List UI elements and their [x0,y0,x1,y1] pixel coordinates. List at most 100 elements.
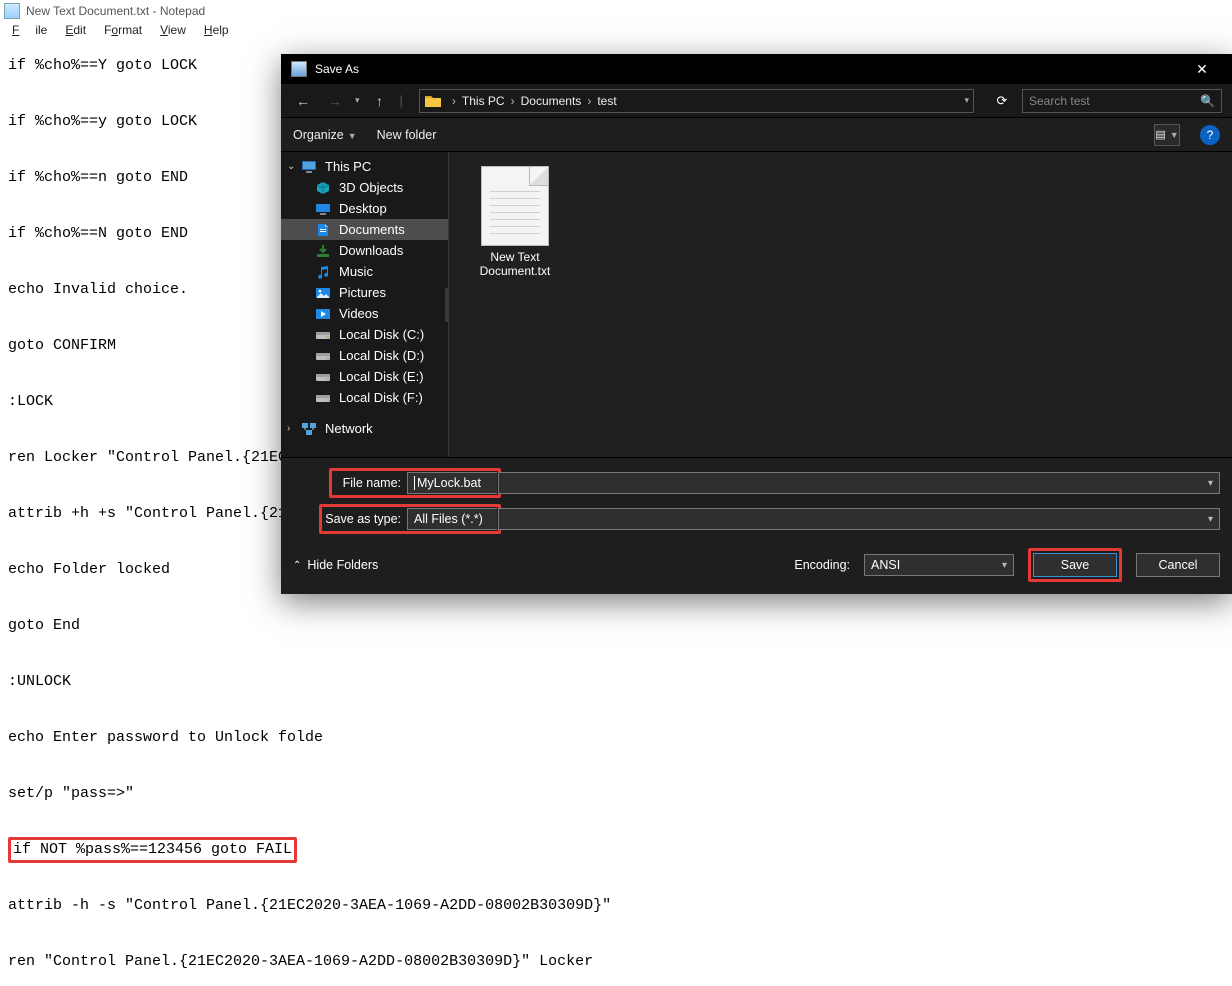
sidebar-item-local-disk-f-[interactable]: Local Disk (F:) [281,387,448,408]
breadcrumb-item[interactable]: Documents [521,94,582,108]
sidebar-label: Music [339,264,373,279]
search-icon: 🔍 [1200,94,1215,108]
file-item[interactable]: New Text Document.txt [467,166,563,278]
sidebar-item-documents[interactable]: Documents [281,219,448,240]
folder-icon [315,370,331,384]
nav-pane[interactable]: ⌄ This PC 3D Objects Desktop Documents Down… [281,152,449,457]
sidebar-label: Desktop [339,201,387,216]
menu-edit[interactable]: Edit [57,22,94,42]
file-name-combo[interactable]: ▾ [498,472,1220,494]
nav-row: ← → ▾ ↑ | › This PC › Documents › test ▾… [281,84,1232,118]
save-button[interactable]: Save [1033,553,1117,577]
sidebar-item-network[interactable]: › Network [281,418,448,439]
organize-menu[interactable]: Organize▼ [293,128,357,142]
sidebar-item-desktop[interactable]: Desktop [281,198,448,219]
sidebar-item-pictures[interactable]: Pictures [281,282,448,303]
refresh-button[interactable]: ⟳ [990,89,1014,113]
toolbar: Organize▼ New folder ▤▼ ? [281,118,1232,152]
file-list[interactable]: New Text Document.txt [449,152,1232,457]
highlight-filename: File name: MyLock.bat [329,468,501,498]
sidebar-label: Network [325,421,373,436]
folder-icon [315,307,331,321]
pc-icon [301,160,317,174]
sidebar-label: Documents [339,222,405,237]
chevron-down-icon: ▾ [1002,560,1007,571]
chevron-up-icon: ⌃ [293,560,301,571]
chevron-down-icon: ▾ [1208,478,1213,489]
search-input[interactable]: Search test 🔍 [1022,89,1222,113]
sidebar-item-local-disk-e-[interactable]: Local Disk (E:) [281,366,448,387]
up-button[interactable]: ↑ [368,89,392,113]
text-file-icon [481,166,549,246]
folder-icon [315,286,331,300]
save-type-select-left[interactable]: All Files (*.*) [407,508,497,530]
chevron-right-icon: › [583,94,595,108]
chevron-down-icon: ⌄ [287,161,295,172]
dialog-icon [291,61,307,77]
help-button[interactable]: ? [1200,125,1220,145]
folder-icon [315,223,331,237]
forward-button[interactable]: → [323,89,347,113]
dialog-titlebar[interactable]: Save As ✕ [281,54,1232,84]
back-button[interactable]: ← [291,89,315,113]
dialog-title: Save As [315,62,1182,76]
bottom-panel: File name: MyLock.bat ▾ Save as type: Al… [281,457,1232,594]
sidebar-item-music[interactable]: Music [281,261,448,282]
notepad-titlebar: New Text Document.txt - Notepad [0,0,1232,22]
folder-icon [315,202,331,216]
notepad-icon [4,3,20,19]
sidebar-item-videos[interactable]: Videos [281,303,448,324]
sidebar-label: Local Disk (F:) [339,390,423,405]
sidebar-label: Downloads [339,243,403,258]
menu-view[interactable]: View [152,22,194,42]
file-name-label: New Text Document.txt [467,250,563,278]
cancel-button[interactable]: Cancel [1136,553,1220,577]
file-name-label: File name: [333,476,407,490]
save-as-dialog: Save As ✕ ← → ▾ ↑ | › This PC › Document… [281,54,1232,594]
recent-dropdown[interactable]: ▾ [355,95,360,106]
folder-icon [424,93,442,109]
sidebar-item-downloads[interactable]: Downloads [281,240,448,261]
sidebar-label: Videos [339,306,379,321]
file-name-input[interactable]: MyLock.bat [407,472,497,494]
folder-icon [315,391,331,405]
close-button[interactable]: ✕ [1182,55,1222,83]
menu-format[interactable]: Format [96,22,150,42]
notepad-title: New Text Document.txt - Notepad [26,4,205,18]
breadcrumb[interactable]: › This PC › Documents › test ▾ [419,89,974,113]
folder-icon [315,349,331,363]
breadcrumb-item[interactable]: test [597,94,616,108]
main-area: ⌄ This PC 3D Objects Desktop Documents Down… [281,152,1232,457]
chevron-down-icon: ▼ [348,131,357,141]
notepad-menubar[interactable]: File Edit Format View Help [0,22,1232,42]
folder-icon [315,265,331,279]
chevron-down-icon: ▾ [1208,514,1213,525]
splitter-handle[interactable] [443,152,449,457]
sidebar-item-local-disk-c-[interactable]: Local Disk (C:) [281,324,448,345]
hide-folders-button[interactable]: ⌃ Hide Folders [293,558,378,572]
sidebar-label: Pictures [339,285,386,300]
breadcrumb-item[interactable]: This PC [462,94,505,108]
chevron-right-icon: › [507,94,519,108]
sidebar-label: Local Disk (D:) [339,348,424,363]
search-placeholder: Search test [1029,94,1200,108]
encoding-label: Encoding: [794,558,850,572]
sidebar-item-3d-objects[interactable]: 3D Objects [281,177,448,198]
encoding-select[interactable]: ANSI ▾ [864,554,1014,576]
view-mode-button[interactable]: ▤▼ [1154,124,1180,146]
sidebar-label: This PC [325,159,371,174]
new-folder-button[interactable]: New folder [377,128,437,142]
sidebar-item-local-disk-d-[interactable]: Local Disk (D:) [281,345,448,366]
sidebar-item-this-pc[interactable]: ⌄ This PC [281,156,448,177]
save-type-label: Save as type: [323,512,407,526]
folder-icon [315,181,331,195]
highlight-save: Save [1028,548,1122,582]
menu-help[interactable]: Help [196,22,237,42]
menu-file[interactable]: File [4,22,55,42]
sidebar-label: Local Disk (E:) [339,369,424,384]
folder-icon [315,328,331,342]
breadcrumb-dropdown[interactable]: ▾ [964,95,969,106]
highlight-savetype: Save as type: All Files (*.*) [319,504,501,534]
folder-icon [315,244,331,258]
save-type-select[interactable]: ▾ [498,508,1220,530]
